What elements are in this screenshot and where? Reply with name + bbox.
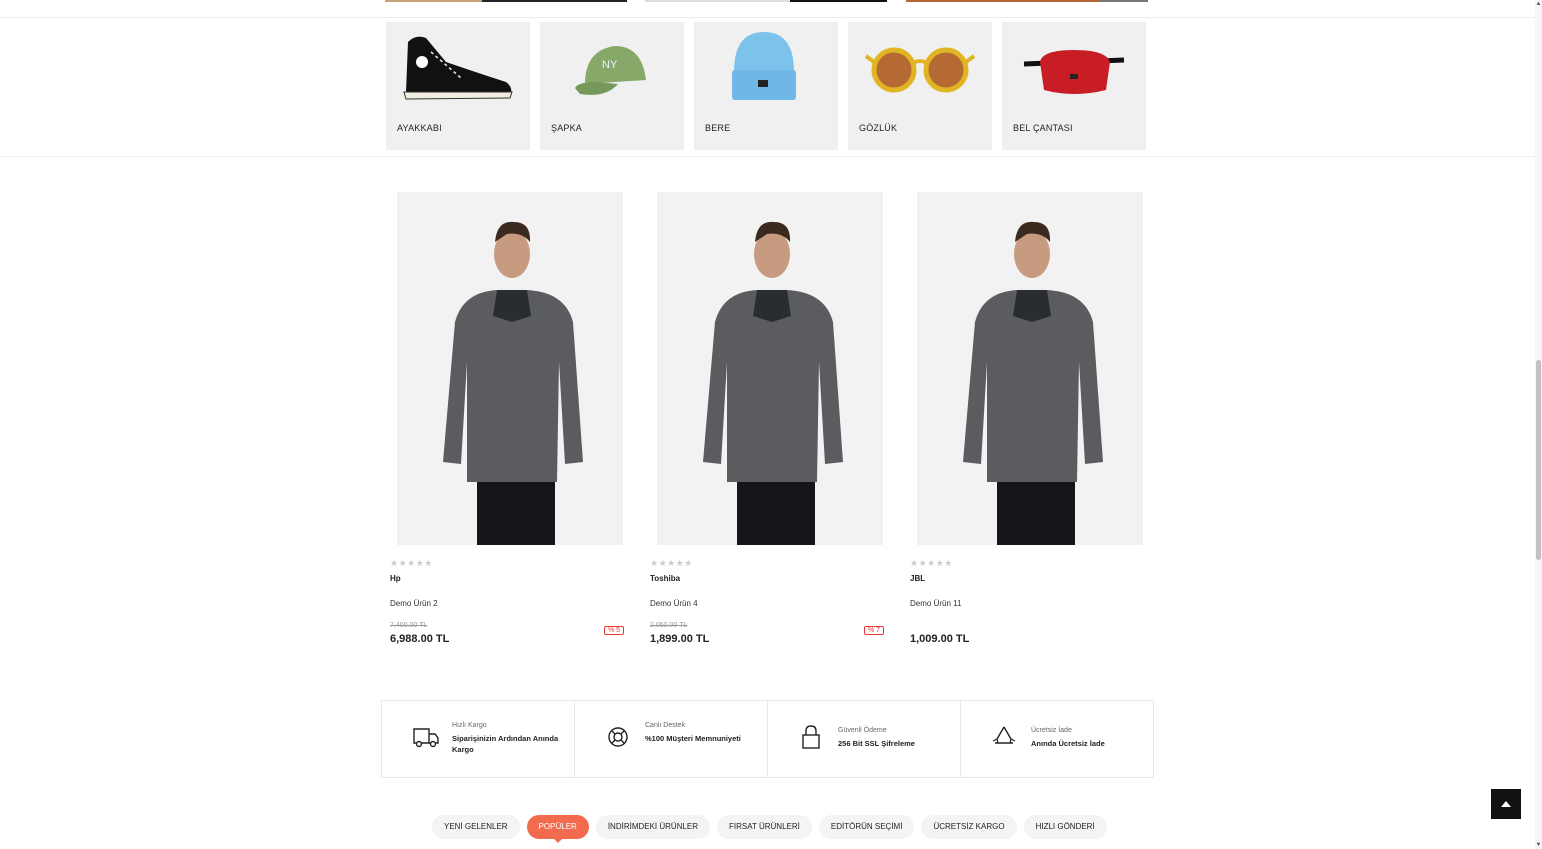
- category-waist-bag[interactable]: BEL ÇANTASI: [1002, 22, 1146, 150]
- old-price: 7,400.00 TL: [390, 622, 428, 629]
- tab-editors-choice[interactable]: EDİTÖRÜN SEÇİMİ: [818, 815, 915, 839]
- feature-free-return: Ücretsiz İade Anında Ücretsiz İade: [961, 701, 1153, 777]
- tab-deals[interactable]: FIRSAT ÜRÜNLERİ: [717, 815, 812, 839]
- feature-secure-payment: Güvenli Ödeme 256 Bit SSL Şifreleme: [768, 701, 961, 777]
- old-price: 2,050.00 TL: [650, 622, 688, 629]
- sunglasses-icon: [864, 47, 976, 93]
- category-label: BEL ÇANTASI: [1013, 123, 1073, 133]
- category-glasses[interactable]: GÖZLÜK: [848, 22, 992, 150]
- product-card: ★★★★★ Toshiba Demo Ürün 4 2,050.00 TL 1,…: [650, 192, 884, 645]
- category-label: ŞAPKA: [551, 123, 583, 133]
- category-shoes[interactable]: AYAKKABI: [386, 22, 530, 150]
- rating-stars: ★★★★★: [910, 558, 953, 568]
- product-name[interactable]: Demo Ürün 4: [650, 599, 884, 608]
- banner-image-edge: [385, 0, 627, 2]
- model-photo: [963, 221, 1103, 545]
- discount-badge: % 7: [863, 626, 884, 635]
- product-brand: Hp: [390, 574, 401, 583]
- chevron-up-icon: [1501, 801, 1511, 807]
- feature-text: %100 Müşteri Memnuniyeti: [645, 734, 741, 743]
- product-brand: Toshiba: [650, 574, 681, 583]
- tab-free-shipping[interactable]: ÜCRETSİZ KARGO: [921, 815, 1017, 839]
- recycle-icon: [992, 726, 1016, 744]
- category-beanie[interactable]: BERE: [694, 22, 838, 150]
- beanie-icon: [732, 32, 796, 100]
- feature-title: Güvenli Ödeme: [838, 727, 887, 734]
- scroll-up-arrow-icon[interactable]: ▲: [1535, 1, 1542, 7]
- scrollbar-thumb[interactable]: [1536, 360, 1541, 560]
- product-name[interactable]: Demo Ürün 2: [390, 599, 624, 608]
- category-label: GÖZLÜK: [859, 123, 898, 133]
- tab-discounted[interactable]: İNDİRİMDEKİ ÜRÜNLER: [595, 815, 711, 839]
- feature-title: Hızlı Kargo: [452, 722, 487, 729]
- category-label: BERE: [705, 123, 731, 133]
- truck-icon: [413, 728, 439, 748]
- feature-fast-shipping: Hızlı Kargo Siparişinizin Ardından Anınd…: [382, 701, 575, 777]
- product-price: 6,988.00 TL: [390, 633, 450, 645]
- section-divider: [0, 156, 1535, 157]
- rating-stars: ★★★★★: [390, 558, 433, 568]
- scroll-down-arrow-icon[interactable]: ▼: [1535, 842, 1542, 848]
- model-photo: [703, 221, 843, 545]
- tab-new-arrivals[interactable]: YENİ GELENLER: [432, 815, 520, 839]
- discount-badge: % 5: [603, 626, 624, 635]
- product-image[interactable]: [397, 192, 623, 545]
- banner-image-edge: [906, 0, 1148, 2]
- product-tabs: YENİ GELENLER POPÜLER İNDİRİMDEKİ ÜRÜNLE…: [432, 815, 1107, 843]
- feature-title: Canlı Destek: [645, 722, 686, 729]
- cap-icon: NY: [575, 46, 646, 95]
- product-card: ★★★★★ JBL Demo Ürün 11 1,009.00 TL: [910, 192, 1144, 645]
- sneaker-icon: [403, 36, 513, 100]
- category-hat[interactable]: NY ŞAPKA: [540, 22, 684, 150]
- product-price: 1,009.00 TL: [910, 633, 970, 645]
- product-name[interactable]: Demo Ürün 11: [910, 599, 1144, 608]
- top-banner-strip: [0, 0, 1535, 18]
- svg-text:NY: NY: [602, 59, 618, 71]
- feature-live-support: Canlı Destek %100 Müşteri Memnuniyeti: [575, 701, 768, 777]
- old-price: [910, 622, 1144, 631]
- category-row: AYAKKABI NY ŞAPKA BERE GÖZLÜK BEL ÇANTAS…: [386, 22, 1146, 150]
- feature-title: Ücretsiz İade: [1031, 727, 1072, 734]
- page-scrollbar[interactable]: ▲ ▼: [1535, 0, 1542, 849]
- lifebuoy-icon: [608, 727, 628, 747]
- product-card: ★★★★★ Hp Demo Ürün 2 7,400.00 TL 6,988.0…: [390, 192, 624, 645]
- lock-icon: [802, 725, 820, 749]
- category-label: AYAKKABI: [397, 123, 442, 133]
- feature-text: 256 Bit SSL Şifreleme: [838, 739, 915, 748]
- waist-bag-icon: [1023, 50, 1125, 94]
- banner-image-edge: [645, 0, 887, 2]
- tab-fast-delivery[interactable]: HIZLI GÖNDERİ: [1023, 815, 1107, 839]
- product-brand: JBL: [910, 574, 926, 583]
- tab-popular[interactable]: POPÜLER: [526, 815, 589, 843]
- product-image[interactable]: [917, 192, 1143, 545]
- features-bar: Hızlı Kargo Siparişinizin Ardından Anınd…: [381, 700, 1154, 778]
- feature-text: Anında Ücretsiz İade: [1031, 739, 1105, 748]
- feature-text: Siparişinizin Ardından Anında Kargo: [452, 734, 559, 754]
- product-grid: ★★★★★ Hp Demo Ürün 2 7,400.00 TL 6,988.0…: [390, 192, 1144, 645]
- product-image[interactable]: [657, 192, 883, 545]
- scroll-to-top-button[interactable]: [1491, 789, 1521, 819]
- model-photo: [443, 221, 583, 545]
- rating-stars: ★★★★★: [650, 558, 693, 568]
- product-price: 1,899.00 TL: [650, 633, 710, 645]
